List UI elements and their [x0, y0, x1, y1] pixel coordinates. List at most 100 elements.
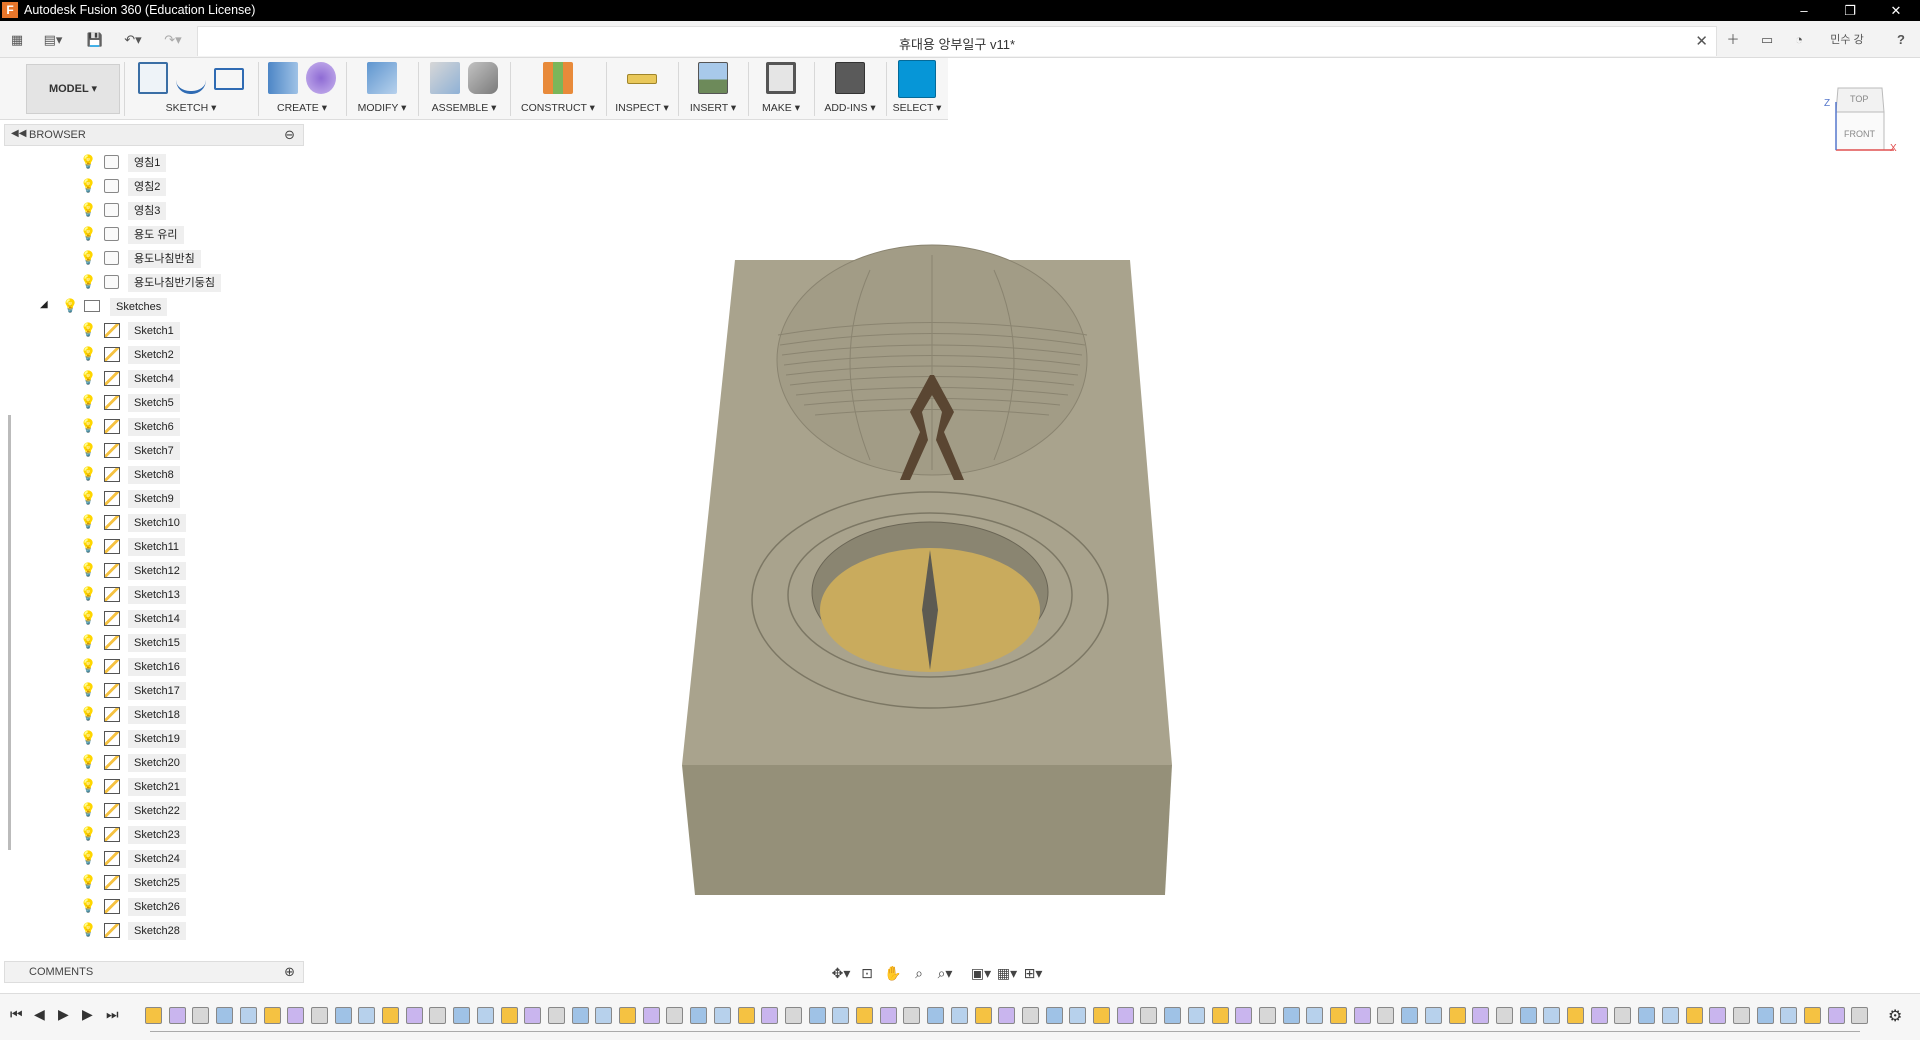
- visibility-bulb-icon[interactable]: 💡: [80, 586, 96, 602]
- form-icon[interactable]: [306, 62, 336, 94]
- line-icon[interactable]: [176, 62, 206, 94]
- visibility-bulb-icon[interactable]: 💡: [80, 634, 96, 650]
- go-to-end-icon[interactable]: ⏭: [106, 1006, 119, 1023]
- timeline-feature-icon[interactable]: [1614, 1007, 1632, 1024]
- timeline-feature-icon[interactable]: [1804, 1007, 1821, 1024]
- help-icon[interactable]: ?: [1890, 29, 1912, 51]
- job-status-icon[interactable]: ◔: [1788, 29, 1810, 51]
- file-menu-icon[interactable]: ▤▾: [38, 29, 68, 51]
- timeline-feature-icon[interactable]: [1045, 1007, 1063, 1024]
- visibility-bulb-icon[interactable]: 💡: [80, 874, 96, 890]
- timeline-feature-icon[interactable]: [1448, 1007, 1466, 1024]
- step-back-icon[interactable]: ◀: [34, 1006, 45, 1023]
- browser-sketch-item[interactable]: 💡 Sketch1: [4, 320, 284, 340]
- browser-sketch-item[interactable]: 💡 Sketch19: [4, 728, 284, 748]
- go-to-start-icon[interactable]: ⏮: [10, 1006, 23, 1023]
- browser-body-item[interactable]: 💡 영침3: [4, 200, 284, 220]
- timeline-feature-icon[interactable]: [382, 1007, 399, 1024]
- browser-sketch-item[interactable]: 💡 Sketch4: [4, 368, 284, 388]
- browser-sketch-item[interactable]: 💡 Sketch12: [4, 560, 284, 580]
- new-tab-icon[interactable]: ＋: [1722, 29, 1744, 51]
- timeline-feature-icon[interactable]: [1756, 1007, 1774, 1024]
- timeline-feature-icon[interactable]: [1093, 1007, 1110, 1024]
- timeline-features[interactable]: [145, 1007, 1869, 1029]
- timeline-feature-icon[interactable]: [1495, 1007, 1513, 1024]
- workspace-switcher[interactable]: MODEL ▾: [26, 64, 120, 114]
- browser-sketch-item[interactable]: 💡 Sketch18: [4, 704, 284, 724]
- browser-sketch-item[interactable]: 💡 Sketch26: [4, 896, 284, 916]
- collapse-browser-icon[interactable]: ◀◀: [11, 128, 26, 139]
- document-tab[interactable]: 휴대용 앙부일구 v11* ✕: [197, 26, 1717, 56]
- browser-header[interactable]: ◀◀ BROWSER ⊖: [4, 124, 304, 146]
- new-component-icon[interactable]: [430, 62, 460, 94]
- press-pull-icon[interactable]: [367, 62, 397, 94]
- timeline-feature-icon[interactable]: [974, 1007, 992, 1024]
- timeline-feature-icon[interactable]: [216, 1007, 234, 1024]
- browser-pin-icon[interactable]: ⊖: [284, 127, 295, 143]
- timeline-feature-icon[interactable]: [500, 1007, 518, 1024]
- visibility-bulb-icon[interactable]: 💡: [80, 154, 96, 170]
- timeline-feature-icon[interactable]: [1330, 1007, 1347, 1024]
- timeline-feature-icon[interactable]: [1851, 1007, 1869, 1024]
- grid-menu-icon[interactable]: ▦: [6, 29, 28, 51]
- visibility-bulb-icon[interactable]: 💡: [80, 850, 96, 866]
- visibility-bulb-icon[interactable]: 💡: [80, 442, 96, 458]
- browser-body-item[interactable]: 💡 용도나침반기둥침: [4, 272, 284, 292]
- timeline-feature-icon[interactable]: [1258, 1007, 1276, 1024]
- visibility-bulb-icon[interactable]: 💡: [80, 562, 96, 578]
- timeline-feature-icon[interactable]: [903, 1007, 921, 1024]
- timeline-feature-icon[interactable]: [1543, 1007, 1561, 1024]
- visibility-bulb-icon[interactable]: 💡: [80, 418, 96, 434]
- timeline-feature-icon[interactable]: [1472, 1007, 1490, 1024]
- canvas-viewport[interactable]: [310, 150, 1800, 950]
- orbit-icon[interactable]: ✥▾: [830, 963, 852, 983]
- timeline-feature-icon[interactable]: [453, 1007, 471, 1024]
- timeline-feature-icon[interactable]: [547, 1007, 565, 1024]
- rectangle-icon[interactable]: [214, 68, 244, 90]
- create-sketch-icon[interactable]: [138, 62, 168, 94]
- visibility-bulb-icon[interactable]: 💡: [80, 778, 96, 794]
- expand-triangle-icon[interactable]: ◢: [40, 299, 48, 310]
- browser-sketch-item[interactable]: 💡 Sketch2: [4, 344, 284, 364]
- pan-icon[interactable]: ✋: [882, 963, 904, 983]
- visibility-bulb-icon[interactable]: 💡: [80, 538, 96, 554]
- browser-sketch-item[interactable]: 💡 Sketch5: [4, 392, 284, 412]
- timeline-feature-icon[interactable]: [1021, 1007, 1039, 1024]
- timeline-feature-icon[interactable]: [263, 1007, 281, 1024]
- browser-body-item[interactable]: 💡 용도 유리: [4, 224, 284, 244]
- timeline-feature-icon[interactable]: [571, 1007, 589, 1024]
- visibility-bulb-icon[interactable]: 💡: [80, 898, 96, 914]
- browser-scrollbar[interactable]: [8, 415, 11, 850]
- visibility-bulb-icon[interactable]: 💡: [80, 826, 96, 842]
- timeline-feature-icon[interactable]: [358, 1007, 376, 1024]
- user-account[interactable]: 민수 강: [1824, 29, 1870, 51]
- timeline-feature-icon[interactable]: [476, 1007, 494, 1024]
- timeline-feature-icon[interactable]: [1567, 1007, 1584, 1024]
- timeline-feature-icon[interactable]: [1187, 1007, 1205, 1024]
- timeline-feature-icon[interactable]: [524, 1007, 542, 1024]
- timeline-feature-icon[interactable]: [950, 1007, 968, 1024]
- browser-sketch-item[interactable]: 💡 Sketch8: [4, 464, 284, 484]
- model-render[interactable]: [310, 150, 1800, 950]
- scripts-icon[interactable]: [835, 62, 865, 94]
- minimize-button[interactable]: –: [1782, 0, 1826, 21]
- timeline-feature-icon[interactable]: [832, 1007, 850, 1024]
- construct-group[interactable]: CONSTRUCT ▾: [514, 58, 602, 120]
- visibility-bulb-icon[interactable]: 💡: [80, 178, 96, 194]
- timeline-feature-icon[interactable]: [334, 1007, 352, 1024]
- timeline-feature-icon[interactable]: [1780, 1007, 1798, 1024]
- browser-sketch-item[interactable]: 💡 Sketch15: [4, 632, 284, 652]
- timeline-feature-icon[interactable]: [1685, 1007, 1703, 1024]
- visibility-bulb-icon[interactable]: 💡: [80, 922, 96, 938]
- timeline-feature-icon[interactable]: [287, 1007, 305, 1024]
- browser-body-item[interactable]: 💡 용도나침반침: [4, 248, 284, 268]
- step-forward-icon[interactable]: ▶: [82, 1006, 93, 1023]
- timeline-feature-icon[interactable]: [1211, 1007, 1229, 1024]
- visibility-bulb-icon[interactable]: 💡: [80, 802, 96, 818]
- timeline-feature-icon[interactable]: [168, 1007, 186, 1024]
- timeline-feature-icon[interactable]: [1590, 1007, 1608, 1024]
- timeline-feature-icon[interactable]: [1140, 1007, 1158, 1024]
- timeline-feature-icon[interactable]: [1069, 1007, 1087, 1024]
- measure-icon[interactable]: [627, 74, 657, 84]
- make-group[interactable]: MAKE ▾: [752, 58, 810, 120]
